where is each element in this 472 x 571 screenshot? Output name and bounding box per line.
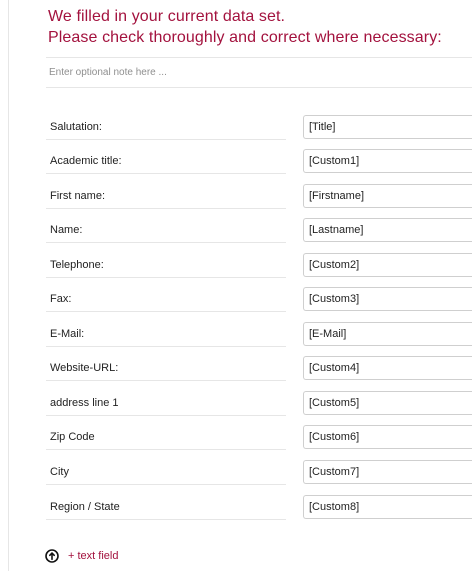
email-label: E-Mail: [46, 319, 286, 347]
field-row-email: E-Mail: [0, 319, 472, 353]
heading-line-1: We filled in your current data set. [48, 8, 286, 25]
zip-code-label: Zip Code [46, 422, 286, 450]
salutation-label: Salutation: [46, 112, 286, 140]
field-row-address-line-1: address line 1 [0, 388, 472, 422]
field-row-academic-title: Academic title: [0, 146, 472, 180]
optional-note-input[interactable] [46, 58, 472, 87]
field-row-name: Name: [0, 215, 472, 249]
fax-input[interactable] [303, 287, 472, 311]
name-label: Name: [46, 215, 286, 243]
address-line-1-input[interactable] [303, 391, 472, 415]
zip-code-input[interactable] [303, 425, 472, 449]
region-state-label: Region / State [46, 492, 286, 520]
field-row-city: City [0, 457, 472, 491]
academic-title-input[interactable] [303, 149, 472, 173]
address-line-1-label: address line 1 [46, 388, 286, 416]
data-confirmation-form: We filled in your current data set. Plea… [0, 0, 472, 571]
add-text-field-label: + text field [68, 550, 119, 562]
first-name-input[interactable] [303, 184, 472, 208]
field-row-salutation: Salutation: [0, 112, 472, 146]
region-state-input[interactable] [303, 495, 472, 519]
heading-line-2: Please check thoroughly and correct wher… [48, 29, 442, 46]
field-row-fax: Fax: [0, 284, 472, 318]
academic-title-label: Academic title: [46, 146, 286, 174]
city-input[interactable] [303, 460, 472, 484]
field-row-region-state: Region / State [0, 492, 472, 526]
field-row-first-name: First name: [0, 181, 472, 215]
salutation-input[interactable] [303, 115, 472, 139]
telephone-label: Telephone: [46, 250, 286, 278]
field-list: Salutation: Academic title: First name: … [0, 112, 472, 526]
note-field-container [46, 57, 472, 88]
telephone-input[interactable] [303, 253, 472, 277]
field-row-website-url: Website-URL: [0, 353, 472, 387]
field-row-telephone: Telephone: [0, 250, 472, 284]
add-text-field-button[interactable]: + text field [45, 548, 118, 564]
website-url-label: Website-URL: [46, 353, 286, 381]
field-row-zip-code: Zip Code [0, 422, 472, 456]
first-name-label: First name: [46, 181, 286, 209]
city-label: City [46, 457, 286, 485]
website-url-input[interactable] [303, 356, 472, 380]
form-heading: We filled in your current data set. Plea… [48, 6, 468, 48]
name-input[interactable] [303, 218, 472, 242]
email-input[interactable] [303, 322, 472, 346]
fax-label: Fax: [46, 284, 286, 312]
up-arrow-circle-icon [45, 549, 59, 563]
